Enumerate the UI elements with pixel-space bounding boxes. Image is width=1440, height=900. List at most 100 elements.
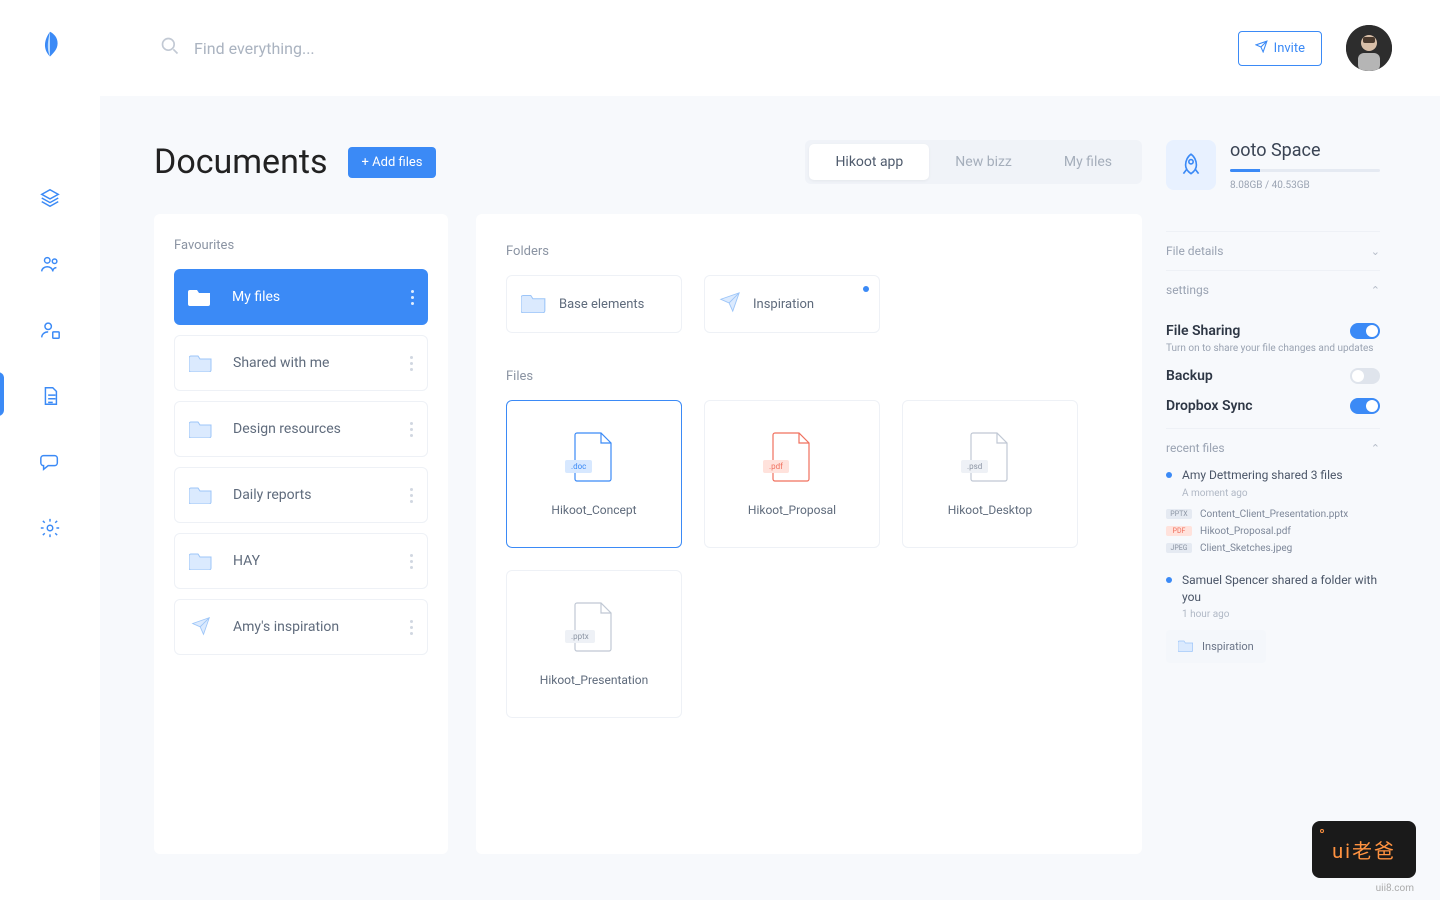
fav-my-files[interactable]: My files: [174, 269, 428, 325]
watermark: ui老爸: [1312, 821, 1416, 878]
doc-icon: .psd: [969, 431, 1011, 483]
doc-icon: .pdf: [771, 431, 813, 483]
nav-team-icon[interactable]: [38, 252, 62, 276]
send-icon: [189, 616, 217, 638]
storage-progress-fill: [1230, 169, 1260, 172]
accordion-settings[interactable]: settings ⌃: [1166, 270, 1380, 309]
toggle-file-sharing[interactable]: [1350, 323, 1380, 339]
setting-backup: Backup: [1166, 368, 1380, 384]
nav-user-add-icon[interactable]: [38, 318, 62, 342]
fav-daily-reports[interactable]: Daily reports: [174, 467, 428, 523]
folder-inspiration[interactable]: Inspiration: [704, 275, 880, 333]
more-icon[interactable]: [410, 356, 413, 371]
fav-hay[interactable]: HAY: [174, 533, 428, 589]
chevron-up-icon: ⌃: [1371, 442, 1380, 455]
fav-label: Daily reports: [233, 487, 410, 503]
accordion-label: settings: [1166, 283, 1209, 297]
folder-label: Inspiration: [753, 297, 814, 312]
folders-row: Base elements Inspiration: [506, 275, 1112, 333]
columns: Favourites My files Shared with me Desig…: [154, 214, 1142, 854]
more-icon[interactable]: [411, 290, 414, 305]
invite-button[interactable]: Invite: [1238, 31, 1322, 66]
more-icon[interactable]: [410, 488, 413, 503]
send-icon: [719, 291, 741, 317]
storage-usage: 8.08GB / 40.53GB: [1230, 180, 1380, 191]
nav-items: [38, 186, 62, 540]
chevron-up-icon: ⌃: [1371, 284, 1380, 297]
nav-chat-icon[interactable]: [38, 450, 62, 474]
fav-amys-inspiration[interactable]: Amy's inspiration: [174, 599, 428, 655]
setting-title: File Sharing: [1166, 323, 1240, 339]
tab-hikoot-app[interactable]: Hikoot app: [809, 144, 929, 180]
more-icon[interactable]: [410, 620, 413, 635]
fav-design-resources[interactable]: Design resources: [174, 401, 428, 457]
ext-badge: pptx: [1166, 509, 1192, 519]
favourites-panel: Favourites My files Shared with me Desig…: [154, 214, 448, 854]
add-files-button[interactable]: + Add files: [348, 147, 437, 178]
fav-label: My files: [232, 289, 411, 305]
ext-badge: .doc: [565, 460, 592, 473]
fav-label: HAY: [233, 553, 410, 569]
ext-badge: pdf: [1166, 526, 1192, 536]
recent-file[interactable]: pptxContent_Client_Presentation.pptx: [1166, 509, 1380, 520]
tab-my-files[interactable]: My files: [1038, 144, 1138, 180]
page-title: Documents: [154, 142, 328, 182]
setting-title: Backup: [1166, 368, 1213, 384]
send-icon: [1255, 40, 1268, 57]
accordion-label: recent files: [1166, 441, 1225, 455]
folder-icon: [188, 286, 216, 308]
storage-progress: [1230, 169, 1380, 172]
right-panel: ooto Space 8.08GB / 40.53GB File details…: [1166, 140, 1386, 900]
files-label: Files: [506, 369, 1112, 384]
ext-badge: jpeg: [1166, 543, 1192, 553]
watermark-url: uii8.com: [1376, 883, 1414, 894]
recent-time: A moment ago: [1182, 488, 1380, 499]
folder-base-elements[interactable]: Base elements: [506, 275, 682, 333]
accordion-recent-files[interactable]: recent files ⌃: [1166, 428, 1380, 467]
recent-file-name: Client_Sketches.jpeg: [1200, 543, 1292, 554]
avatar[interactable]: [1346, 25, 1392, 71]
recent-file-name: Hikoot_Proposal.pdf: [1200, 526, 1291, 537]
toggle-dropbox[interactable]: [1350, 398, 1380, 414]
main-frame: Invite Documents + Add files Hikoot app …: [100, 0, 1440, 900]
favourites-label: Favourites: [174, 238, 428, 253]
folders-label: Folders: [506, 244, 1112, 259]
recent-folder-name: Inspiration: [1202, 640, 1254, 653]
more-icon[interactable]: [410, 422, 413, 437]
content: Documents + Add files Hikoot app New biz…: [100, 96, 1440, 900]
recent-time: 1 hour ago: [1182, 609, 1380, 620]
fav-label: Design resources: [233, 421, 410, 437]
recent-folder-chip[interactable]: Inspiration: [1166, 630, 1266, 663]
nav-active-indicator: [0, 372, 4, 416]
fav-label: Amy's inspiration: [233, 619, 410, 635]
search: [160, 36, 1238, 60]
search-icon: [160, 36, 180, 60]
title-row: Documents + Add files Hikoot app New biz…: [154, 140, 1142, 184]
accordion-file-details[interactable]: File details ⌄: [1166, 231, 1380, 270]
ext-badge: .pdf: [763, 460, 789, 473]
storage-card: ooto Space 8.08GB / 40.53GB: [1166, 140, 1380, 191]
nav-settings-icon[interactable]: [38, 516, 62, 540]
recent-file[interactable]: pdf Hikoot_Proposal.pdf: [1166, 526, 1380, 537]
folder-icon: [1178, 638, 1194, 655]
recent-file[interactable]: jpeg Client_Sketches.jpeg: [1166, 543, 1380, 554]
ext-badge: .pptx: [565, 630, 595, 643]
file-hikoot-concept[interactable]: .doc Hikoot_Concept: [506, 400, 682, 548]
tab-new-bizz[interactable]: New bizz: [929, 144, 1038, 180]
more-icon[interactable]: [410, 554, 413, 569]
recent-title: Samuel Spencer shared a folder with you: [1182, 572, 1380, 606]
nav-layers-icon[interactable]: [38, 186, 62, 210]
rocket-icon: [1166, 140, 1216, 190]
recent-title: Amy Dettmering shared 3 files: [1182, 467, 1343, 484]
toggle-backup[interactable]: [1350, 368, 1380, 384]
nav-documents-icon[interactable]: [38, 384, 62, 408]
file-hikoot-presentation[interactable]: .pptx Hikoot_Presentation: [506, 570, 682, 718]
file-hikoot-desktop[interactable]: .psd Hikoot_Desktop: [902, 400, 1078, 548]
search-input[interactable]: [194, 39, 454, 58]
setting-title: Dropbox Sync: [1166, 398, 1253, 414]
doc-icon: .doc: [573, 431, 615, 483]
folder-icon: [521, 291, 547, 317]
fav-shared[interactable]: Shared with me: [174, 335, 428, 391]
nav-rail: [0, 0, 100, 900]
file-hikoot-proposal[interactable]: .pdf Hikoot_Proposal: [704, 400, 880, 548]
